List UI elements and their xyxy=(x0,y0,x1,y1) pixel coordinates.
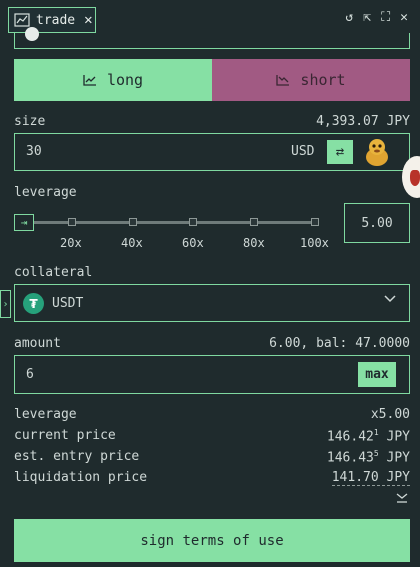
leverage-slider-track[interactable] xyxy=(18,221,318,224)
current-price-row: current price 146.421 JPY xyxy=(14,428,410,444)
size-label: size xyxy=(14,114,46,129)
slider-tick[interactable] xyxy=(68,218,76,226)
size-converted: 4,393.07 JPY xyxy=(316,114,410,129)
tick-label: 60x xyxy=(182,236,204,250)
chevron-down-icon[interactable] xyxy=(383,294,397,304)
swap-currency-button[interactable]: ⇄ xyxy=(327,140,353,164)
tick-label: 40x xyxy=(121,236,143,250)
current-price-label: current price xyxy=(14,428,116,443)
size-value: 30 xyxy=(26,144,42,159)
expand-details-icon[interactable] xyxy=(395,492,409,504)
mascot-icon xyxy=(366,139,388,166)
expand-icon[interactable]: ⛶ xyxy=(381,10,390,25)
chart-icon xyxy=(14,13,30,27)
liquidation-price-label: liquidation price xyxy=(14,470,148,485)
handle-grip-icon: ⇥ xyxy=(20,216,28,229)
collateral-label: collateral xyxy=(14,265,93,280)
slider-tick[interactable] xyxy=(189,218,197,226)
refresh-icon[interactable]: ↺ xyxy=(345,10,353,25)
tab-label: trade xyxy=(36,12,76,28)
tab-trade[interactable]: trade ✕ xyxy=(8,7,96,33)
side-panel-toggle[interactable]: › xyxy=(0,290,11,318)
direction-toggle: long short xyxy=(14,59,410,101)
token-icon xyxy=(25,27,39,41)
liquidation-price-row: liquidation price 141.70 JPY xyxy=(14,470,410,486)
tether-icon: ₮ xyxy=(23,293,44,314)
close-panel-icon[interactable]: ✕ xyxy=(400,10,408,25)
leverage-slider-handle[interactable]: ⇥ xyxy=(14,214,34,231)
sign-terms-button[interactable]: sign terms of use xyxy=(14,519,410,562)
side-badge-icon xyxy=(402,156,420,198)
chevron-right-icon: › xyxy=(2,298,9,310)
liquidation-price-value[interactable]: 141.70 JPY xyxy=(331,470,410,486)
amount-value: 6 xyxy=(26,367,34,382)
leverage-label: leverage xyxy=(14,185,77,200)
long-label: long xyxy=(106,71,144,89)
close-icon[interactable]: ✕ xyxy=(84,12,92,28)
leverage-input[interactable]: 5.00 xyxy=(344,203,410,243)
max-button[interactable]: max xyxy=(358,362,396,387)
entry-price-main: 146.43 xyxy=(326,450,374,466)
tick-label: 80x xyxy=(243,236,265,250)
short-label: short xyxy=(300,71,346,89)
tick-label: 20x xyxy=(60,236,82,250)
current-price-unit: JPY xyxy=(386,429,410,445)
slider-tick[interactable] xyxy=(129,218,137,226)
size-currency: USD xyxy=(291,144,315,159)
window-controls: ↺ ⇱ ⛶ ✕ xyxy=(345,10,408,25)
entry-price-label: est. entry price xyxy=(14,449,140,464)
summary-leverage-value: x5.00 xyxy=(370,407,410,422)
long-button[interactable]: long xyxy=(14,59,212,101)
collateral-value: USDT xyxy=(52,296,84,311)
slider-tick[interactable] xyxy=(311,218,319,226)
swap-icon: ⇄ xyxy=(335,144,345,160)
summary-leverage-label: leverage xyxy=(14,407,77,422)
slider-tick[interactable] xyxy=(250,218,258,226)
chart-down-icon xyxy=(276,75,290,86)
entry-price-value: 146.435 JPY xyxy=(327,449,410,465)
top-partial-field xyxy=(14,27,410,49)
external-link-icon[interactable]: ⇱ xyxy=(363,10,371,25)
current-price-main: 146.42 xyxy=(326,429,374,445)
current-price-sup: 1 xyxy=(373,428,379,437)
entry-price-row: est. entry price 146.435 JPY xyxy=(14,449,410,465)
amount-balance: 6.00, bal: 47.0000 xyxy=(269,336,410,351)
tick-label: 100x xyxy=(300,236,329,250)
entry-price-sup: 5 xyxy=(373,449,379,458)
amount-label: amount xyxy=(14,336,61,351)
short-button[interactable]: short xyxy=(212,59,410,101)
amount-input[interactable] xyxy=(14,355,410,394)
current-price-value: 146.421 JPY xyxy=(327,428,410,444)
entry-price-unit: JPY xyxy=(386,450,410,466)
summary-leverage-row: leverage x5.00 xyxy=(14,407,410,422)
chart-up-icon xyxy=(83,75,96,86)
